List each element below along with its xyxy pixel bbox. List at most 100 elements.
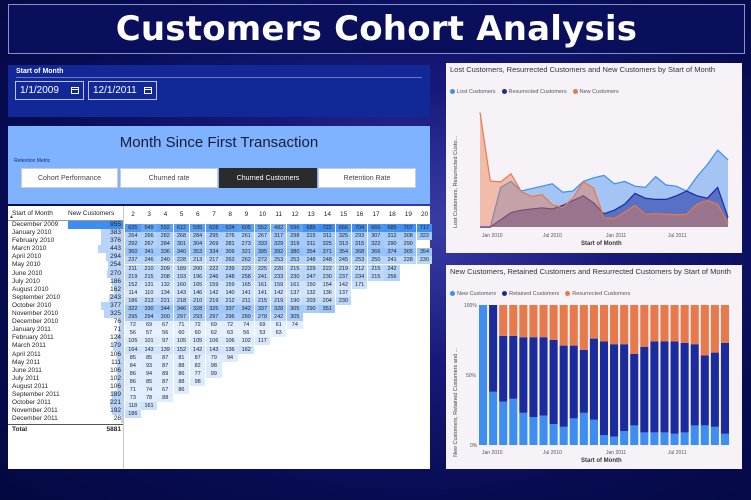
- month-column-header[interactable]: 10: [255, 211, 271, 218]
- legend-resurrected[interactable]: Resurrected Customers: [501, 89, 567, 95]
- calendar-icon[interactable]: [144, 87, 152, 94]
- month-column-header[interactable]: 17: [368, 211, 384, 218]
- table-row[interactable]: November 2010 325: [8, 310, 123, 319]
- bar-retained-customers[interactable]: [720, 342, 729, 434]
- month-column-header[interactable]: 7: [206, 211, 222, 218]
- bar-retained-customers[interactable]: [610, 344, 619, 437]
- bar-retained-customers[interactable]: [569, 345, 578, 419]
- bar-resurrected-customers[interactable]: [549, 305, 558, 340]
- bar-retained-customers[interactable]: [630, 354, 639, 426]
- table-row[interactable]: June 2010 270: [8, 269, 123, 278]
- bar-new-customers[interactable]: [690, 425, 699, 445]
- month-column-header[interactable]: 15: [336, 211, 352, 218]
- table-row[interactable]: February 2011 124: [8, 334, 123, 343]
- table-row[interactable]: August 2011 106: [8, 382, 123, 391]
- month-column-header[interactable]: 4: [157, 211, 173, 218]
- bar-new-customers[interactable]: [630, 425, 639, 445]
- table-row[interactable]: July 2011 102: [8, 374, 123, 383]
- table-row[interactable]: August 2010 162: [8, 285, 123, 294]
- cohort-performance-button[interactable]: Cohort Performance: [21, 168, 118, 188]
- churned-rate-button[interactable]: Churned rate: [120, 168, 218, 188]
- bar-resurrected-customers[interactable]: [690, 305, 699, 345]
- bar-new-customers[interactable]: [529, 417, 538, 445]
- bar-retained-customers[interactable]: [700, 355, 709, 426]
- bar-new-customers[interactable]: [650, 432, 659, 445]
- bar-resurrected-customers[interactable]: [579, 305, 588, 350]
- bar-new-customers[interactable]: [620, 431, 629, 445]
- bar-new-customers[interactable]: [539, 415, 548, 445]
- bar-resurrected-customers[interactable]: [529, 305, 538, 338]
- legend-lost[interactable]: Lost Customers: [450, 89, 496, 95]
- bar-resurrected-customers[interactable]: [620, 305, 629, 345]
- bar-resurrected-customers[interactable]: [710, 305, 719, 353]
- bar-new-customers[interactable]: [509, 398, 518, 445]
- month-column-header[interactable]: 6: [190, 211, 206, 218]
- bar-retained-customers[interactable]: [710, 352, 719, 427]
- month-column-header[interactable]: 12: [287, 211, 303, 218]
- bar-resurrected-customers[interactable]: [660, 305, 669, 342]
- bar-retained-customers[interactable]: [499, 335, 508, 402]
- bar-resurrected-customers[interactable]: [650, 305, 659, 342]
- month-column-header[interactable]: 8: [222, 211, 238, 218]
- bar-new-customers[interactable]: [569, 418, 578, 445]
- bar-resurrected-customers[interactable]: [599, 305, 609, 342]
- bar-retained-customers[interactable]: [519, 337, 528, 413]
- month-column-header[interactable]: 13: [303, 211, 319, 218]
- bar-resurrected-customers[interactable]: [630, 305, 639, 354]
- table-row[interactable]: November 2011 192: [8, 407, 123, 416]
- bar-retained-customers[interactable]: [640, 347, 649, 433]
- table-row[interactable]: September 2010 243: [8, 293, 123, 302]
- bar-new-customers[interactable]: [660, 432, 669, 445]
- table-row[interactable]: February 2010 376: [8, 237, 123, 246]
- table-row[interactable]: October 2010 377: [8, 301, 123, 311]
- calendar-icon[interactable]: [71, 87, 79, 94]
- bar-resurrected-customers[interactable]: [670, 305, 679, 342]
- bar-retained-customers[interactable]: [620, 344, 629, 431]
- sort-arrow-icon[interactable]: ▲: [9, 214, 14, 220]
- bar-retained-customers[interactable]: [599, 341, 609, 436]
- month-column-header[interactable]: 9: [238, 211, 254, 218]
- bar-resurrected-customers[interactable]: [499, 305, 508, 336]
- table-row[interactable]: December 2011 28: [8, 415, 123, 424]
- bar-retained-customers[interactable]: [670, 341, 679, 434]
- bar-new-customers[interactable]: [519, 412, 528, 445]
- month-column-header[interactable]: 16: [352, 211, 368, 218]
- legend-new[interactable]: New Customers: [572, 89, 619, 95]
- bar-resurrected-customers[interactable]: [610, 305, 619, 345]
- bar-resurrected-customers[interactable]: [519, 305, 528, 338]
- legend-new-customers[interactable]: New Customers: [450, 291, 496, 297]
- churned-customers-button[interactable]: Churned Customers: [219, 168, 317, 188]
- bar-new-customers[interactable]: [670, 433, 679, 445]
- bar-retained-customers[interactable]: [489, 305, 498, 392]
- table-row[interactable]: March 2011 179: [8, 342, 123, 351]
- bar-new-customers[interactable]: [479, 305, 488, 445]
- table-row[interactable]: May 2011 111: [8, 358, 123, 367]
- bar-resurrected-customers[interactable]: [680, 305, 689, 343]
- bar-resurrected-customers[interactable]: [640, 305, 649, 347]
- bar-retained-customers[interactable]: [509, 335, 518, 399]
- retention-rate-button[interactable]: Retention Rate: [318, 168, 416, 188]
- col-start-of-month[interactable]: Start of Month: [8, 210, 64, 217]
- bar-retained-customers[interactable]: [650, 341, 659, 433]
- bar-resurrected-customers[interactable]: [509, 305, 518, 336]
- bar-retained-customers[interactable]: [680, 342, 689, 433]
- col-new-customers[interactable]: New Customers: [64, 210, 123, 217]
- bar-resurrected-customers[interactable]: [569, 305, 578, 346]
- table-row[interactable]: March 2010 443: [8, 245, 123, 254]
- month-column-header[interactable]: 2: [125, 211, 141, 218]
- start-date-input[interactable]: 1/1/2009: [15, 81, 84, 100]
- end-date-input[interactable]: 12/1/2011: [88, 81, 157, 100]
- legend-resurrected-customers[interactable]: Resurrected Customers: [565, 291, 630, 297]
- month-column-header[interactable]: 5: [174, 211, 190, 218]
- month-column-header[interactable]: 20: [417, 211, 433, 218]
- month-column-header[interactable]: 11: [271, 211, 287, 218]
- table-row[interactable]: January 2010 383: [8, 229, 123, 238]
- bar-new-customers[interactable]: [599, 435, 609, 445]
- bar-new-customers[interactable]: [549, 424, 558, 445]
- bar-new-customers[interactable]: [589, 419, 598, 445]
- bar-retained-customers[interactable]: [660, 341, 669, 433]
- table-row[interactable]: June 2011 106: [8, 366, 123, 375]
- bar-new-customers[interactable]: [579, 412, 588, 445]
- table-row[interactable]: December 2010 76: [8, 318, 123, 327]
- bar-new-customers[interactable]: [700, 425, 709, 445]
